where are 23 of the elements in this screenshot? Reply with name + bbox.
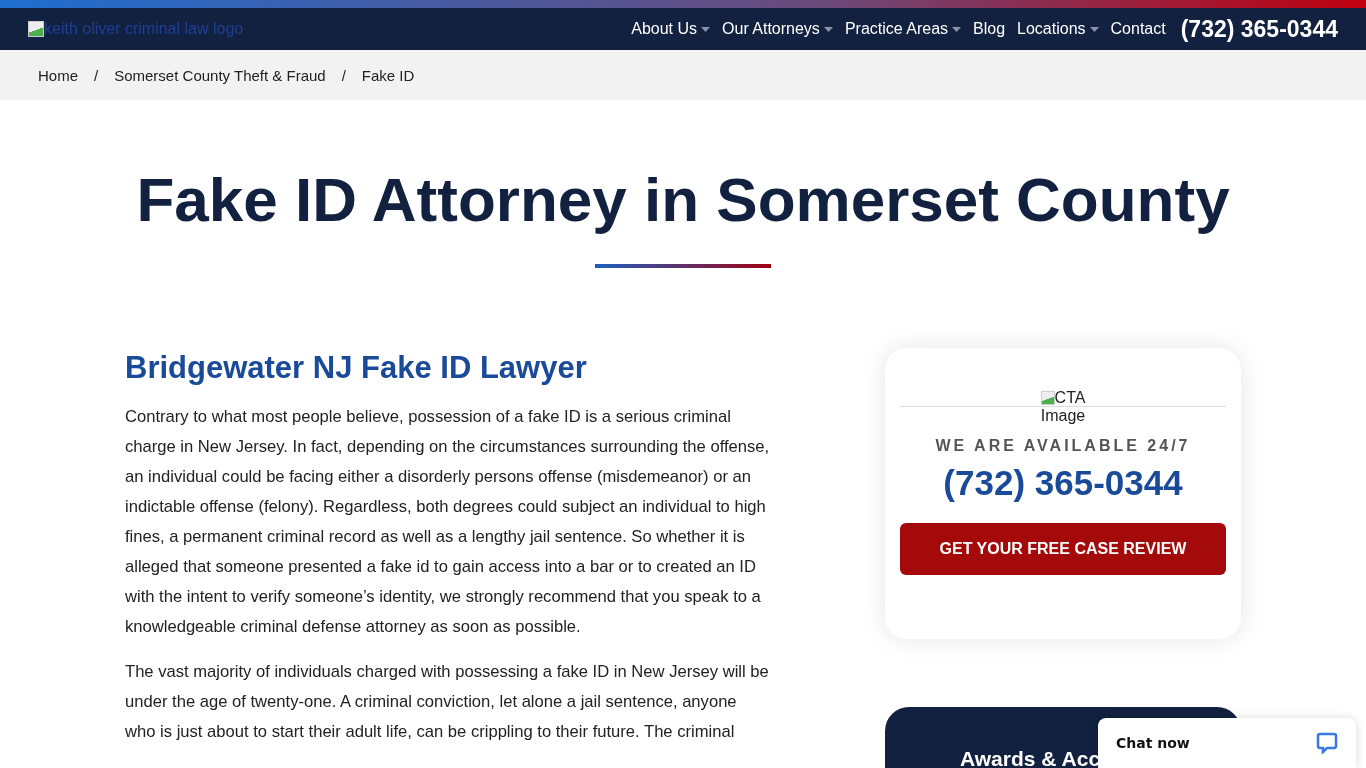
page-title: Fake ID Attorney in Somerset County xyxy=(135,164,1231,236)
breadcrumb-link[interactable]: Home xyxy=(38,66,78,84)
paragraph: The vast majority of individuals charged with possessing a fake ID in New Jersey will be under the age of twenty-one. A criminal conviction, let alone a jail sentence, anyone who is just about to start their adult life, can be crippling to their future. The criminal xyxy=(125,661,770,743)
broken-image-icon xyxy=(28,21,44,37)
breadcrumb-link[interactable]: Fake ID xyxy=(361,66,415,84)
nav-link[interactable]: About Us xyxy=(631,20,711,38)
paragraph: Contrary to what most people believe, possession of a fake ID is a serious criminal charge in New Jersey. In fact, depending on the circumstances surrounding the offense, an individual could be facing either a disorderly persons offense (misdemeanor) or an indictable offense (felony). Regardless, both degrees could subject an individual to high fines, a permanent criminal record as well as a lengthy jail sentence. So whether it is alleged that someone presented a fake id to gain access into a bar or to created an ID with the intent to verify someone’s identity, we strongly recommend that you speak to a knowledgeable criminal defense attorney as soon as possible. xyxy=(125,406,770,638)
section-heading: Bridgewater NJ Fake ID Lawyer xyxy=(125,349,588,387)
breadcrumb-link[interactable]: Somerset County Theft & Fraud xyxy=(114,66,326,84)
breadcrumb-separator: / xyxy=(341,66,346,84)
nav-link[interactable]: Practice Areas xyxy=(844,20,962,38)
chat-widget[interactable]: Chat now xyxy=(1098,718,1356,768)
nav-link[interactable]: Blog xyxy=(973,20,1006,38)
nav-link[interactable]: Our Attorneys xyxy=(722,20,833,38)
phone-link[interactable]: (732) 365-0344 xyxy=(1180,15,1338,43)
chat-icon xyxy=(1316,732,1338,754)
nav-link[interactable]: Contact xyxy=(1110,20,1166,38)
broken-image: CTA Image xyxy=(1039,389,1087,425)
nav-link[interactable]: Locations xyxy=(1017,20,1099,38)
breadcrumb-separator: / xyxy=(94,66,99,84)
case-review-button[interactable]: GET YOUR FREE CASE REVIEW xyxy=(900,523,1226,575)
availability-text: WE ARE AVAILABLE 24/7 xyxy=(934,437,1192,455)
phone-link[interactable]: (732) 365-0344 xyxy=(900,463,1226,503)
